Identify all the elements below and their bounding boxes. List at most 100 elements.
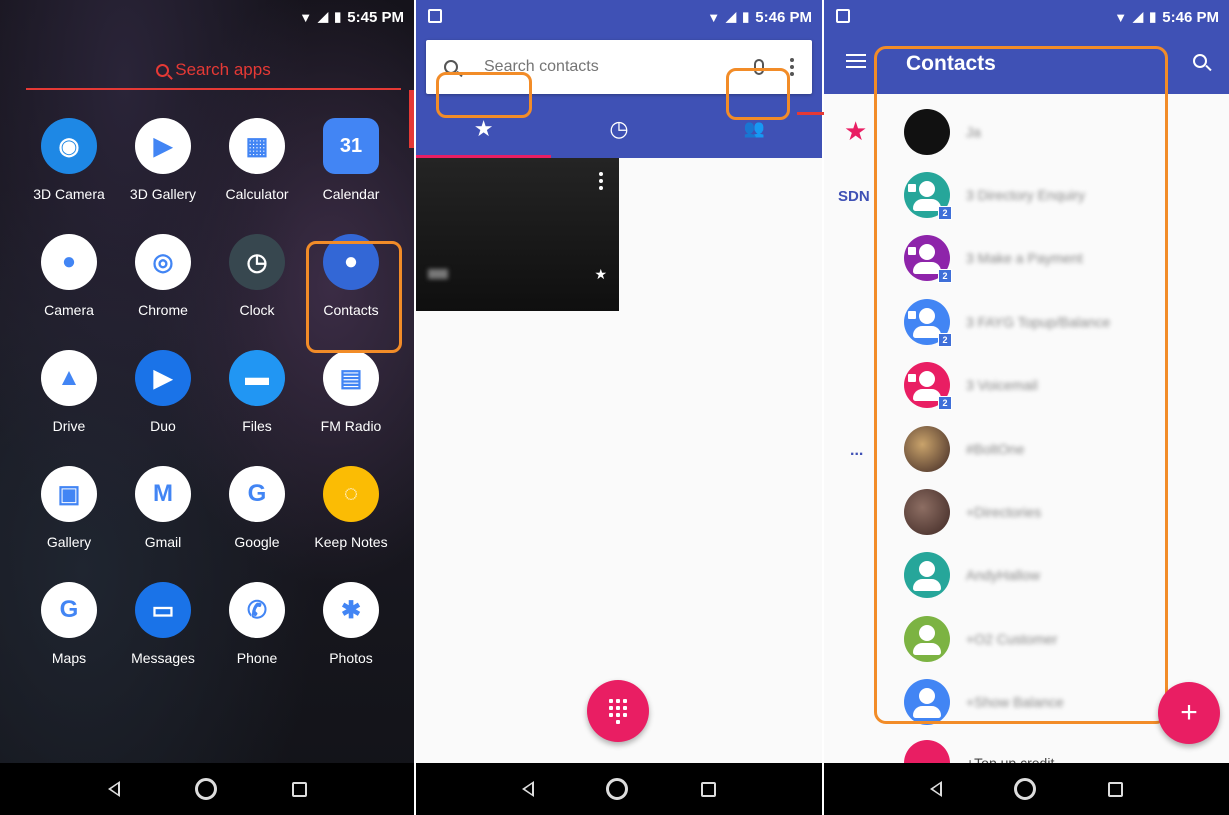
search-icon[interactable] bbox=[1193, 54, 1207, 68]
app-label: Gallery bbox=[46, 534, 92, 550]
search-apps-field[interactable]: Search apps bbox=[26, 52, 401, 90]
tab-recents[interactable]: ◷ bbox=[551, 100, 686, 158]
app-label: Maps bbox=[51, 650, 87, 666]
app-label: Chrome bbox=[138, 302, 188, 318]
favorites-tab-highlight-box bbox=[436, 72, 532, 118]
signal-icon: ◢ bbox=[318, 9, 329, 24]
section-more-label: ... bbox=[850, 442, 864, 459]
google-icon: G bbox=[229, 466, 285, 522]
maps-icon: G bbox=[41, 582, 97, 638]
nav-bar bbox=[0, 763, 414, 815]
app-messages[interactable]: ▭ Messages bbox=[116, 582, 210, 666]
app-label: Duo bbox=[150, 418, 176, 434]
back-icon[interactable] bbox=[107, 781, 120, 797]
image-notification-icon bbox=[428, 9, 442, 23]
app-label: Files bbox=[242, 418, 272, 434]
app-fm-radio[interactable]: ▤ FM Radio bbox=[304, 350, 398, 434]
sdn-label[interactable]: SDN bbox=[838, 188, 870, 205]
app-label: Google bbox=[234, 534, 280, 550]
app-calendar[interactable]: 31 Calendar bbox=[304, 118, 398, 202]
recents-icon[interactable] bbox=[1108, 781, 1123, 797]
app-maps[interactable]: G Maps bbox=[22, 582, 116, 666]
app-clock[interactable]: ◷ Clock bbox=[210, 234, 304, 318]
app-google[interactable]: G Google bbox=[210, 466, 304, 550]
phone-icon: ✆ bbox=[229, 582, 285, 638]
nav-bar bbox=[824, 763, 1229, 815]
favorite-name bbox=[428, 269, 448, 279]
app-label: Calendar bbox=[322, 186, 380, 202]
files-icon: ▬ bbox=[229, 350, 285, 406]
app-label: Clock bbox=[239, 302, 275, 318]
tile-more-icon[interactable] bbox=[599, 172, 603, 190]
back-icon[interactable] bbox=[930, 781, 942, 797]
app-gallery[interactable]: ▣ Gallery bbox=[22, 466, 116, 550]
app-label: 3D Camera bbox=[33, 186, 105, 202]
scroll-indicator[interactable] bbox=[409, 90, 414, 148]
app-files[interactable]: ▬ Files bbox=[210, 350, 304, 434]
recents-icon[interactable] bbox=[700, 781, 716, 797]
app-gmail[interactable]: M Gmail bbox=[116, 466, 210, 550]
3d-camera-icon: ◉ bbox=[41, 118, 97, 174]
calculator-icon: ▦ bbox=[229, 118, 285, 174]
app-label: Keep Notes bbox=[314, 534, 388, 550]
contacts-list-highlight-box bbox=[874, 46, 1168, 724]
favorite-contact-tile[interactable]: ★ bbox=[416, 158, 619, 311]
wifi-icon: ▼ bbox=[299, 9, 313, 25]
app-label: FM Radio bbox=[320, 418, 382, 434]
app-3d-camera[interactable]: ◉ 3D Camera bbox=[22, 118, 116, 202]
status-time: 5:46 PM bbox=[1162, 8, 1219, 26]
app-duo[interactable]: ▶ Duo bbox=[116, 350, 210, 434]
status-bar: ▼ ◢ ▮ 5:46 PM bbox=[824, 0, 1229, 34]
home-icon[interactable] bbox=[1014, 778, 1036, 800]
fm-radio-icon: ▤ bbox=[323, 350, 379, 406]
dialpad-button[interactable] bbox=[587, 680, 649, 742]
photos-icon: ✱ bbox=[323, 582, 379, 638]
image-notification-icon bbox=[836, 9, 850, 23]
contacts-screen: ▼ ◢ ▮ 5:46 PM Contacts ★ SDN ... Ja 2 3 Di… bbox=[824, 0, 1229, 815]
home-icon[interactable] bbox=[194, 778, 217, 800]
contacts-tab-highlight-box bbox=[726, 68, 790, 120]
app-drive[interactable]: ▲ Drive bbox=[22, 350, 116, 434]
app-label: Photos bbox=[329, 650, 373, 666]
clock-icon: ◷ bbox=[609, 116, 629, 141]
signal-icon: ◢ bbox=[1133, 9, 1144, 24]
gallery-icon: ▣ bbox=[41, 466, 97, 522]
add-contact-button[interactable]: + bbox=[1158, 682, 1220, 744]
app-3d-gallery[interactable]: ▶ 3D Gallery bbox=[116, 118, 210, 202]
wifi-icon: ▼ bbox=[1114, 9, 1128, 25]
app-photos[interactable]: ✱ Photos bbox=[304, 582, 398, 666]
recents-icon[interactable] bbox=[291, 781, 307, 797]
camera-icon: ● bbox=[41, 234, 97, 290]
app-label: Phone bbox=[236, 650, 278, 666]
app-chrome[interactable]: ◎ Chrome bbox=[116, 234, 210, 318]
app-drawer-screen: ▼ ◢ ▮ 5:45 PM Search apps ◉ 3D Camera ▶ 3D … bbox=[0, 0, 414, 815]
menu-icon[interactable] bbox=[846, 54, 866, 68]
keep-notes-icon: ◌ bbox=[323, 466, 379, 522]
star-icon: ★ bbox=[473, 116, 494, 141]
more-options-icon[interactable] bbox=[790, 58, 794, 76]
wifi-icon: ▼ bbox=[707, 9, 721, 25]
plus-icon: + bbox=[1180, 696, 1198, 729]
dialpad-icon bbox=[609, 698, 627, 724]
gmail-icon: M bbox=[135, 466, 191, 522]
status-time: 5:46 PM bbox=[755, 8, 812, 26]
app-label: 3D Gallery bbox=[129, 186, 197, 202]
battery-icon: ▮ bbox=[742, 9, 750, 24]
nav-bar bbox=[416, 763, 822, 815]
duo-icon: ▶ bbox=[135, 350, 191, 406]
app-phone[interactable]: ✆ Phone bbox=[210, 582, 304, 666]
phone-favorites-screen: Search contacts ★ ◷ 👥 ▼ ◢ ▮ 5:46 PM ★ bbox=[416, 0, 822, 815]
status-time: 5:45 PM bbox=[347, 8, 404, 26]
chrome-icon: ◎ bbox=[135, 234, 191, 290]
star-icon: ★ bbox=[594, 266, 607, 282]
signal-icon: ◢ bbox=[726, 9, 737, 24]
back-icon[interactable] bbox=[522, 781, 535, 797]
app-camera[interactable]: ● Camera bbox=[22, 234, 116, 318]
app-label: Gmail bbox=[144, 534, 182, 550]
app-keep-notes[interactable]: ◌ Keep Notes bbox=[304, 466, 398, 550]
battery-icon: ▮ bbox=[1149, 9, 1157, 24]
drive-icon: ▲ bbox=[41, 350, 97, 406]
app-calculator[interactable]: ▦ Calculator bbox=[210, 118, 304, 202]
calendar-icon: 31 bbox=[323, 118, 379, 174]
home-icon[interactable] bbox=[606, 778, 629, 800]
